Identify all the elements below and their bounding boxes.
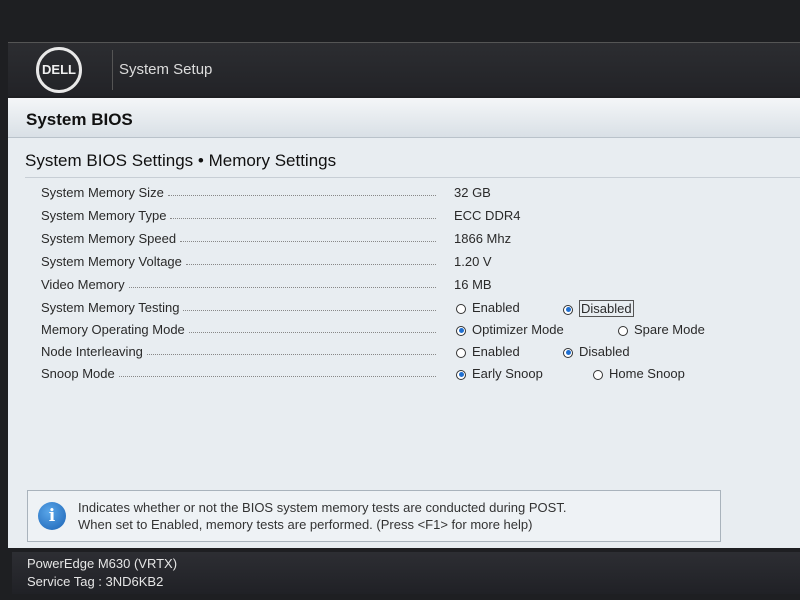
main-panel: System BIOS System BIOS Settings • Memor…	[8, 98, 800, 548]
option-label: Disabled	[579, 344, 630, 359]
setting-label: Memory Operating Mode	[41, 322, 185, 337]
setting-row-memory-testing: System Memory Testing Enabled Disabled	[8, 297, 800, 319]
spare-mode-radio[interactable]: Spare Mode	[618, 322, 705, 337]
divider	[112, 49, 113, 90]
memory-testing-disabled-radio[interactable]: Disabled	[563, 300, 634, 317]
app-title: System Setup	[119, 61, 213, 78]
setting-value: 32 GB	[454, 185, 491, 200]
setting-value: 1.20 V	[454, 254, 492, 269]
setting-label: Snoop Mode	[41, 366, 115, 381]
setting-label: System Memory Voltage	[41, 254, 182, 269]
setting-row-operating-mode: Memory Operating Mode Optimizer Mode Spa…	[8, 319, 800, 341]
page-title: System BIOS Settings • Memory Settings	[25, 151, 800, 178]
setting-value: 16 MB	[454, 277, 492, 292]
help-line-2: When set to Enabled, memory tests are pe…	[78, 517, 533, 532]
radio-unselected-icon[interactable]	[456, 303, 466, 314]
radio-selected-icon[interactable]	[456, 369, 466, 380]
setting-row-snoop-mode: Snoop Mode Early Snoop Home Snoop	[8, 363, 800, 385]
setting-value: ECC DDR4	[454, 208, 521, 223]
optimizer-mode-radio[interactable]: Optimizer Mode	[456, 322, 564, 337]
option-label: Optimizer Mode	[472, 322, 564, 337]
system-model: PowerEdge M630 (VRTX)	[27, 556, 178, 571]
setting-row-video-memory: Video Memory 16 MB	[8, 274, 800, 296]
radio-unselected-icon[interactable]	[456, 347, 466, 358]
setting-label: System Memory Testing	[41, 300, 180, 315]
setting-label: System Memory Speed	[41, 231, 177, 246]
setting-label: System Memory Size	[41, 185, 164, 200]
radio-selected-icon[interactable]	[456, 325, 466, 336]
setting-row-memory-speed: System Memory Speed 1866 Mhz	[8, 228, 800, 250]
option-label: Enabled	[472, 300, 520, 315]
option-label: Enabled	[472, 344, 520, 359]
service-tag: Service Tag : 3ND6KB2	[27, 574, 164, 589]
setting-label: Video Memory	[41, 277, 125, 292]
memory-testing-enabled-radio[interactable]: Enabled	[456, 300, 520, 315]
option-label: Spare Mode	[634, 322, 705, 337]
option-label: Disabled	[579, 300, 634, 317]
node-interleaving-disabled-radio[interactable]: Disabled	[563, 344, 630, 359]
top-bar: DELL System Setup	[8, 42, 800, 96]
setting-row-memory-type: System Memory Type ECC DDR4	[8, 205, 800, 227]
option-label: Early Snoop	[472, 366, 543, 381]
radio-selected-icon[interactable]	[563, 304, 573, 315]
section-title: System BIOS	[8, 98, 800, 138]
dell-logo: DELL	[36, 46, 82, 93]
info-icon: i	[38, 502, 66, 530]
home-snoop-radio[interactable]: Home Snoop	[593, 366, 685, 381]
setting-value: 1866 Mhz	[454, 231, 512, 246]
radio-unselected-icon[interactable]	[593, 369, 603, 380]
setting-label: System Memory Type	[41, 208, 167, 223]
status-footer: PowerEdge M630 (VRTX) Service Tag : 3ND6…	[12, 552, 800, 594]
radio-selected-icon[interactable]	[563, 347, 573, 358]
setting-row-node-interleaving: Node Interleaving Enabled Disabled	[8, 341, 800, 363]
help-line-1: Indicates whether or not the BIOS system…	[78, 500, 567, 515]
setting-label: Node Interleaving	[41, 344, 143, 359]
help-text: Indicates whether or not the BIOS system…	[78, 499, 566, 533]
early-snoop-radio[interactable]: Early Snoop	[456, 366, 543, 381]
radio-unselected-icon[interactable]	[618, 325, 628, 336]
node-interleaving-enabled-radio[interactable]: Enabled	[456, 344, 520, 359]
option-label: Home Snoop	[609, 366, 685, 381]
setting-row-memory-voltage: System Memory Voltage 1.20 V	[8, 251, 800, 273]
setting-row-memory-size: System Memory Size 32 GB	[8, 182, 800, 204]
help-panel: i Indicates whether or not the BIOS syst…	[27, 490, 721, 542]
